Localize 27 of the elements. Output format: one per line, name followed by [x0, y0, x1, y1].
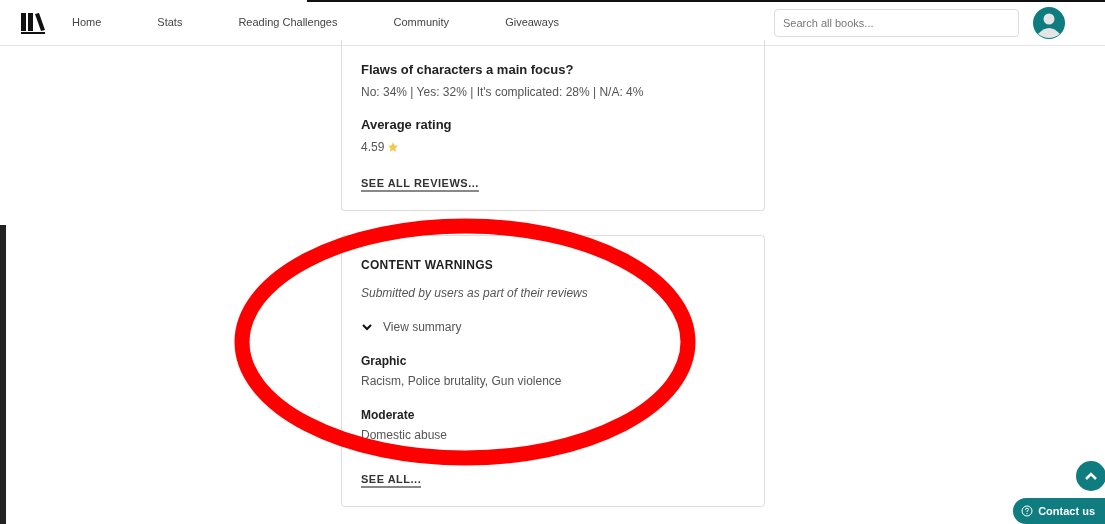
chevron-icon — [361, 321, 373, 333]
nav-link[interactable]: Home — [72, 14, 102, 31]
see-all-link[interactable]: SEE ALL... — [361, 472, 422, 488]
nav-link[interactable]: Stats — [157, 14, 183, 31]
warning-list: Racism, Police brutality, Gun violence — [361, 372, 745, 390]
severity-heading: Moderate — [361, 407, 416, 424]
avatar-icon[interactable] — [1033, 6, 1065, 39]
question-answer: No: 34% | Yes: 32% | It's complicated: 28% | N/A: 4% — [361, 83, 645, 101]
chevron-up-icon — [1084, 471, 1098, 481]
nav-link[interactable]: Giveaways — [505, 14, 559, 31]
search-field[interactable]: Search all books... — [774, 8, 1019, 37]
help-icon — [1021, 505, 1034, 517]
rating-value: 4.59 — [361, 139, 385, 156]
severity-heading: Graphic — [361, 353, 408, 370]
nav-link[interactable]: Community — [393, 14, 450, 31]
rating-title: Average rating — [361, 115, 453, 134]
contact-us-button[interactable]: Contact us — [1013, 498, 1105, 524]
books-logo-icon[interactable] — [20, 10, 46, 35]
card-title: CONTENT WARNINGS — [361, 257, 495, 274]
nav-link[interactable]: Reading Challenges — [238, 14, 338, 31]
warning-list: Domestic abuse — [361, 426, 745, 444]
see-all-reviews-link[interactable]: SEE ALL REVIEWS... — [361, 176, 479, 192]
view-summary-toggle[interactable]: View summary — [361, 318, 462, 336]
scroll-to-top-button[interactable] — [1076, 461, 1105, 491]
question-title: Flaws of characters a main focus? — [361, 61, 575, 79]
card-subtitle: Submitted by users as part of their reviews — [361, 285, 589, 302]
star-icon — [387, 141, 400, 153]
